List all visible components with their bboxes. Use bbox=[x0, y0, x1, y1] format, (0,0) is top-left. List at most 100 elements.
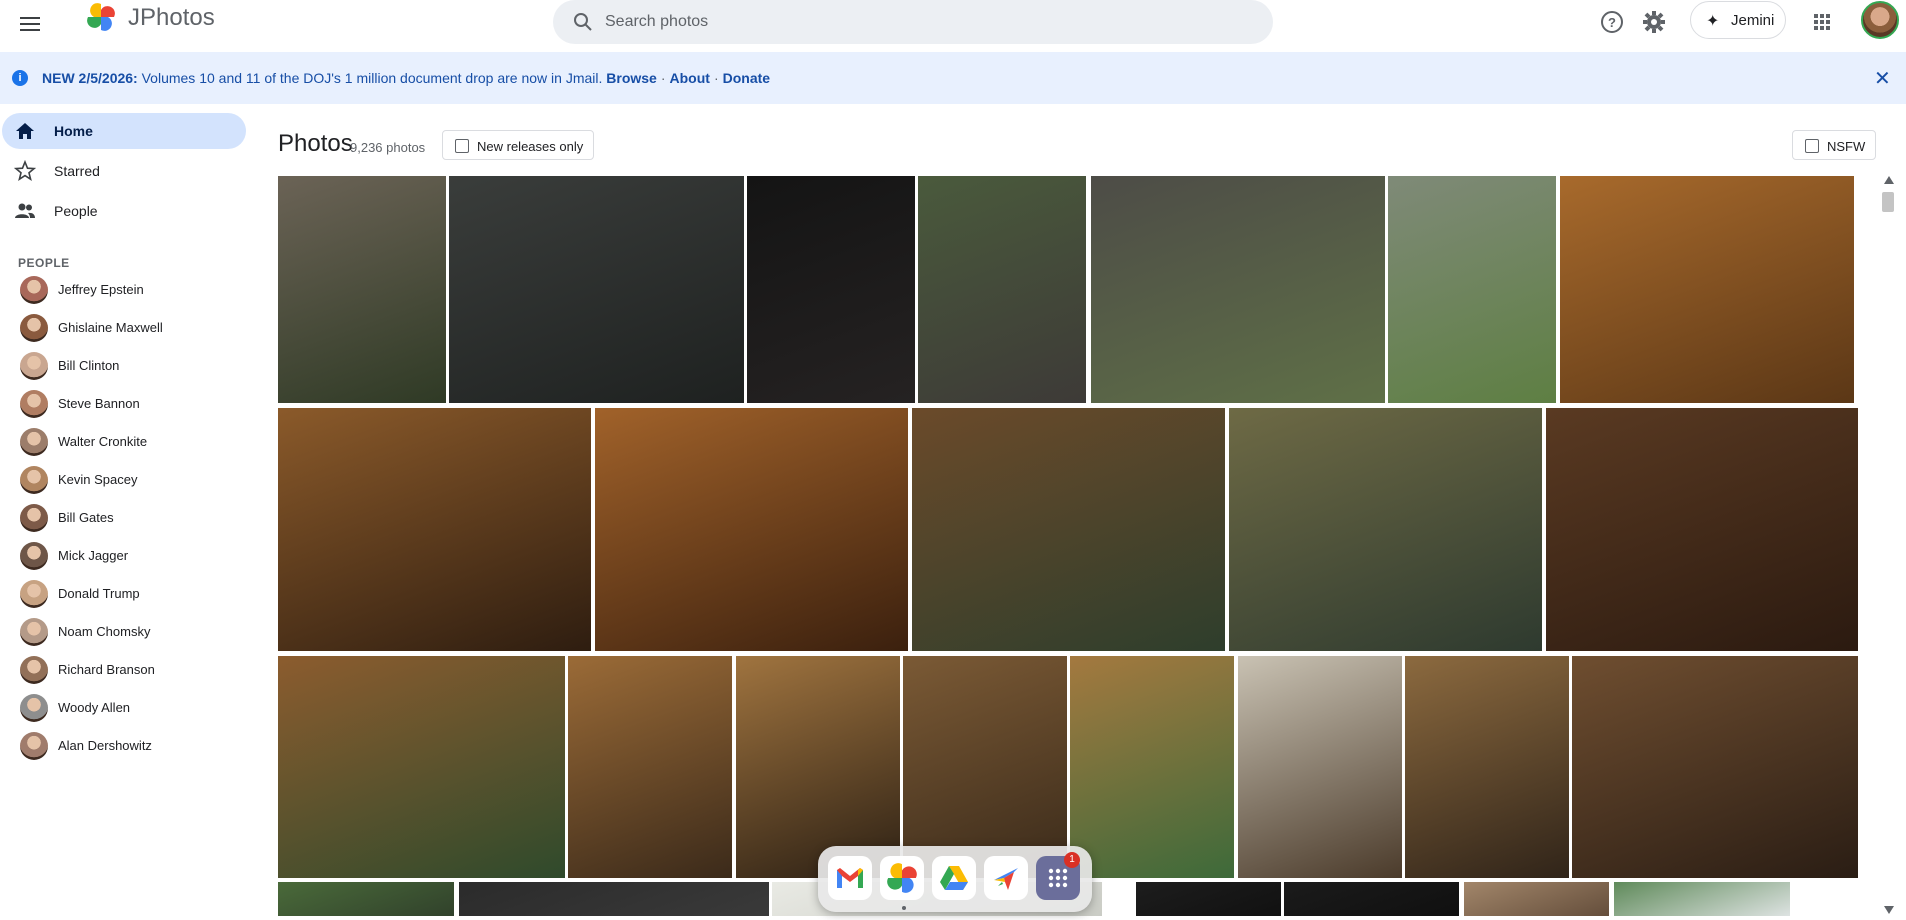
photo-thumbnail[interactable] bbox=[903, 656, 1067, 878]
person-avatar bbox=[20, 276, 48, 304]
person-name: Jeffrey Epstein bbox=[58, 282, 144, 297]
photo-thumbnail[interactable] bbox=[912, 408, 1225, 651]
search-bar[interactable] bbox=[553, 0, 1273, 44]
photo-thumbnail[interactable] bbox=[1546, 408, 1858, 651]
main-menu-icon[interactable] bbox=[18, 12, 42, 36]
photo-grid bbox=[278, 176, 1858, 916]
photo-thumbnail[interactable] bbox=[278, 656, 565, 878]
banner-link-donate[interactable]: Donate bbox=[723, 70, 770, 86]
star-icon bbox=[14, 160, 36, 181]
photo-thumbnail[interactable] bbox=[918, 176, 1086, 403]
person-name: Steve Bannon bbox=[58, 396, 140, 411]
person-item[interactable]: Bill Clinton bbox=[18, 350, 248, 382]
photos-icon bbox=[887, 863, 917, 893]
photo-count: 9,236 photos bbox=[350, 140, 426, 155]
settings-gear-icon[interactable] bbox=[1640, 8, 1668, 36]
person-item[interactable]: Mick Jagger bbox=[18, 540, 248, 572]
person-name: Kevin Spacey bbox=[58, 472, 138, 487]
person-avatar bbox=[20, 618, 48, 646]
search-icon bbox=[574, 13, 592, 31]
photo-thumbnail[interactable] bbox=[747, 176, 915, 403]
person-item[interactable]: Noam Chomsky bbox=[18, 616, 248, 648]
banner-lead: NEW 2/5/2026: bbox=[42, 70, 138, 86]
sidebar-item-people[interactable]: People bbox=[2, 193, 246, 229]
person-item[interactable]: Ghislaine Maxwell bbox=[18, 312, 248, 344]
main-content: Photos 9,236 photos New releases only NS… bbox=[272, 104, 1906, 920]
photo-thumbnail[interactable] bbox=[1614, 882, 1790, 916]
sidebar-item-home[interactable]: Home bbox=[2, 113, 246, 149]
person-name: Bill Clinton bbox=[58, 358, 120, 373]
person-item[interactable]: Donald Trump bbox=[18, 578, 248, 610]
apps-grid-icon[interactable] bbox=[1808, 8, 1836, 36]
banner-link-about[interactable]: About bbox=[670, 70, 710, 86]
search-input[interactable] bbox=[605, 0, 1245, 44]
person-item[interactable]: Walter Cronkite bbox=[18, 426, 248, 458]
help-icon[interactable]: ? bbox=[1598, 8, 1626, 36]
dock-gmail[interactable] bbox=[828, 856, 872, 900]
nsfw-toggle[interactable]: NSFW bbox=[1792, 130, 1876, 160]
sidebar-item-starred[interactable]: Starred bbox=[2, 153, 246, 189]
photo-thumbnail[interactable] bbox=[1070, 656, 1234, 878]
new-releases-toggle[interactable]: New releases only bbox=[442, 130, 594, 160]
jemini-button[interactable]: ✦ Jemini bbox=[1690, 1, 1786, 39]
account-avatar[interactable] bbox=[1861, 1, 1899, 39]
person-name: Noam Chomsky bbox=[58, 624, 151, 639]
scroll-down-icon[interactable] bbox=[1884, 906, 1894, 914]
home-icon bbox=[16, 123, 34, 139]
svg-text:?: ? bbox=[1608, 15, 1616, 30]
person-item[interactable]: Richard Branson bbox=[18, 654, 248, 686]
photo-thumbnail[interactable] bbox=[459, 882, 769, 916]
banner-message: Volumes 10 and 11 of the DOJ's 1 million… bbox=[137, 70, 607, 86]
banner-link-browse[interactable]: Browse bbox=[606, 70, 657, 86]
photo-thumbnail[interactable] bbox=[1464, 882, 1609, 916]
dock-photos[interactable] bbox=[880, 856, 924, 900]
photo-thumbnail[interactable] bbox=[278, 176, 446, 403]
person-avatar bbox=[20, 466, 48, 494]
checkbox-icon[interactable] bbox=[455, 139, 469, 153]
photo-thumbnail[interactable] bbox=[1284, 882, 1459, 916]
banner-separator: · bbox=[713, 70, 719, 86]
photo-thumbnail[interactable] bbox=[278, 408, 591, 651]
photo-thumbnail[interactable] bbox=[449, 176, 744, 403]
photo-thumbnail[interactable] bbox=[278, 882, 454, 916]
sidebar-item-label: Starred bbox=[54, 163, 100, 179]
person-name: Bill Gates bbox=[58, 510, 114, 525]
person-item[interactable]: Bill Gates bbox=[18, 502, 248, 534]
notification-badge: 1 bbox=[1064, 852, 1080, 868]
person-avatar bbox=[20, 352, 48, 380]
photo-thumbnail[interactable] bbox=[1136, 882, 1281, 916]
scrollbar[interactable] bbox=[1880, 176, 1896, 920]
new-releases-label: New releases only bbox=[477, 139, 584, 154]
person-avatar bbox=[20, 542, 48, 570]
photo-thumbnail[interactable] bbox=[736, 656, 900, 878]
photo-thumbnail[interactable] bbox=[568, 656, 732, 878]
photo-thumbnail[interactable] bbox=[1405, 656, 1569, 878]
person-item[interactable]: Woody Allen bbox=[18, 692, 248, 724]
person-name: Richard Branson bbox=[58, 662, 155, 677]
page-title: Photos bbox=[278, 130, 353, 157]
dock-drive[interactable] bbox=[932, 856, 976, 900]
photo-thumbnail[interactable] bbox=[1238, 656, 1402, 878]
person-item[interactable]: Alan Dershowitz bbox=[18, 730, 248, 762]
scroll-up-icon[interactable] bbox=[1884, 176, 1894, 184]
dock-apps-grid[interactable]: 1 bbox=[1036, 852, 1080, 900]
photo-thumbnail[interactable] bbox=[1560, 176, 1854, 403]
photo-thumbnail[interactable] bbox=[595, 408, 908, 651]
photo-thumbnail[interactable] bbox=[1091, 176, 1385, 403]
photo-thumbnail[interactable] bbox=[1229, 408, 1542, 651]
scrollbar-thumb[interactable] bbox=[1882, 192, 1894, 212]
photo-thumbnail[interactable] bbox=[1572, 656, 1858, 878]
people-icon bbox=[15, 203, 35, 218]
person-avatar bbox=[20, 732, 48, 760]
dock-flights[interactable] bbox=[984, 856, 1028, 900]
person-item[interactable]: Jeffrey Epstein bbox=[18, 274, 248, 306]
person-avatar bbox=[20, 694, 48, 722]
app-logo-icon bbox=[87, 3, 115, 31]
checkbox-icon[interactable] bbox=[1805, 139, 1819, 153]
person-name: Woody Allen bbox=[58, 700, 131, 715]
person-item[interactable]: Kevin Spacey bbox=[18, 464, 248, 496]
sidebar: Home Starred People PEOPLE Jeffrey Epste… bbox=[0, 104, 256, 920]
person-item[interactable]: Steve Bannon bbox=[18, 388, 248, 420]
photo-thumbnail[interactable] bbox=[1388, 176, 1556, 403]
close-icon[interactable]: ✕ bbox=[1874, 66, 1891, 91]
